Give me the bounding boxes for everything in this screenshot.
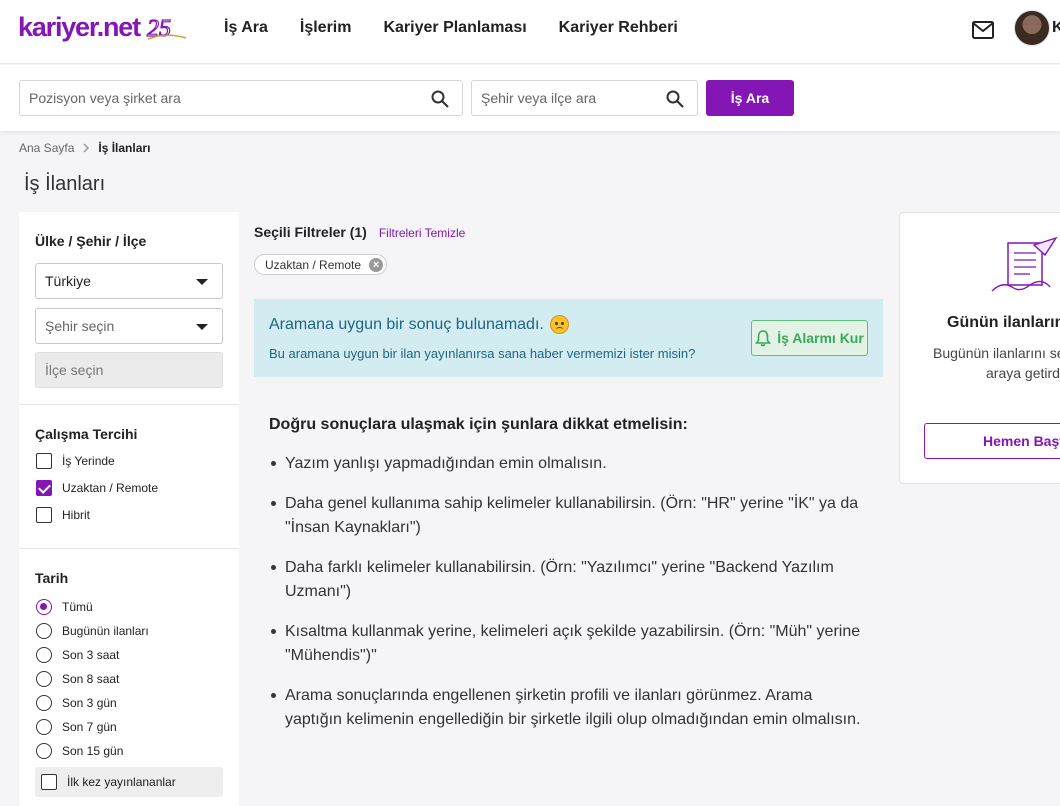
date-option-8h[interactable]: Son 8 saat [36,671,119,687]
country-select[interactable]: Türkiye [35,263,223,299]
city-select[interactable]: Şehir seçin [35,308,223,344]
radio-label: Son 7 gün [62,720,117,734]
checkbox[interactable] [36,507,52,523]
search-button[interactable]: İş Ara [706,80,794,116]
dropdown-caret-icon [196,324,208,330]
nav-kariyer-rehberi[interactable]: Kariyer Rehberi [559,19,678,37]
tips-title: Doğru sonuçlara ulaşmak için şunlara dik… [269,416,688,433]
radio[interactable] [36,743,52,759]
work-pref-on-site[interactable]: İş Yerinde [36,453,115,469]
checkbox-checked[interactable] [36,480,52,496]
radio-label: Son 3 gün [62,696,117,710]
radio-label: Son 8 saat [62,672,120,686]
selected-filters-title: Seçili Filtreler (1) [254,224,367,240]
country-select-value: Türkiye [45,273,91,289]
radio[interactable] [36,719,52,735]
filter-sidebar: Ülke / Şehir / İlçe Türkiye Şehir seçin … [19,212,239,806]
daily-jobs-desc-line2: araya getird [986,365,1060,381]
daily-jobs-card: Günün ilanlarını Bugünün ilanlarını se a… [899,212,1060,484]
search-icon[interactable] [665,89,685,109]
radio[interactable] [36,671,52,687]
divider [19,404,239,405]
nav-islerim[interactable]: İşlerim [300,19,352,37]
first-published-filter[interactable]: İlk kez yayınlananlar [35,767,223,797]
list-item: Kısaltma kullanmak yerine, kelimeleri aç… [269,620,869,668]
checkbox-label: Uzaktan / Remote [62,481,159,495]
no-result-title-row: Aramana uygun bir sonuç bulunamadı. [269,315,569,334]
district-select-placeholder: İlçe seçin [45,362,104,378]
logo-text: kariyer.net [18,12,141,42]
radio-label: Tümü [62,600,93,614]
date-option-all[interactable]: Tümü [36,599,93,615]
bell-icon [755,330,772,347]
job-alarm-label: İş Alarmı Kur [777,330,864,346]
work-pref-remote[interactable]: Uzaktan / Remote [36,480,158,496]
date-option-15d[interactable]: Son 15 gün [36,743,123,759]
checkbox-label: İş Yerinde [62,454,115,468]
daily-jobs-desc-line1: Bugünün ilanlarını se [933,345,1060,361]
checkbox[interactable] [41,774,57,790]
selected-filters-header: Seçili Filtreler (1) Filtreleri Temizle [254,224,465,240]
paper-plane-document-icon [991,236,1058,292]
radio[interactable] [36,695,52,711]
sad-face-icon [549,315,569,334]
work-preference-title: Çalışma Tercihi [35,426,138,442]
main-nav: İş Ara İşlerim Kariyer Planlaması Kariye… [224,19,678,37]
divider [19,548,239,549]
date-filter-title: Tarih [35,570,69,586]
tips-list: Yazım yanlışı yapmadığından emin olmalıs… [269,452,869,748]
job-alarm-button[interactable]: İş Alarmı Kur [751,320,868,356]
clear-filters-link[interactable]: Filtreleri Temizle [379,226,465,240]
filter-chip: Uzaktan / Remote × [254,254,388,275]
position-search-field [19,80,463,116]
date-option-3d[interactable]: Son 3 gün [36,695,117,711]
date-option-7d[interactable]: Son 7 gün [36,719,117,735]
avatar[interactable] [1014,10,1050,46]
chevron-right-icon [83,143,90,153]
no-result-title: Aramana uygun bir sonuç bulunamadı. [269,315,544,333]
radio-label: Son 3 saat [62,648,120,662]
list-item: Daha genel kullanıma sahip kelimeler kul… [269,492,869,540]
date-option-today[interactable]: Bugünün ilanları [36,623,149,639]
breadcrumb-current: İş İlanları [98,141,151,155]
top-navbar: kariyer.net 25 İş Ara İşlerim Kariyer Pl… [0,0,1060,64]
position-search-input[interactable] [29,90,462,106]
list-item: Arama sonuçlarında engellenen şirketin p… [269,684,869,732]
breadcrumb: Ana Sayfa İş İlanları [19,141,150,155]
search-icon[interactable] [430,89,450,109]
mail-icon[interactable] [972,21,994,39]
kariyer-logo[interactable]: kariyer.net 25 [18,12,188,43]
page-title: İş İlanları [24,173,106,195]
filter-chip-label: Uzaktan / Remote [265,257,362,272]
radio-label: Bugünün ilanları [62,624,149,638]
checkbox-label: Hibrit [62,508,91,522]
nav-kariyer-planlamasi[interactable]: Kariyer Planlaması [383,19,526,37]
nav-is-ara[interactable]: İş Ara [224,19,268,37]
anniversary-25-icon: 25 [146,15,187,42]
checkbox[interactable] [36,453,52,469]
apply-now-button[interactable]: Hemen Başv [924,423,1060,459]
checkbox-label: İlk kez yayınlananlar [67,775,176,789]
breadcrumb-home[interactable]: Ana Sayfa [19,141,74,155]
no-result-subtitle: Bu aramana uygun bir ilan yayınlanırsa s… [269,346,696,361]
list-item: Daha farklı kelimeler kullanabilirsin. (… [269,556,869,604]
search-bar: İş Ara [0,65,1060,131]
date-option-3h[interactable]: Son 3 saat [36,647,119,663]
district-select: İlçe seçin [35,352,223,388]
location-filter-title: Ülke / Şehir / İlçe [35,233,147,249]
radio-selected[interactable] [36,599,52,615]
remove-filter-icon[interactable]: × [369,257,384,272]
radio[interactable] [36,623,52,639]
no-result-banner: Aramana uygun bir sonuç bulunamadı. Bu a… [254,299,883,377]
daily-jobs-title: Günün ilanlarını [947,314,1060,331]
user-name-initial[interactable]: K [1052,19,1060,37]
dropdown-caret-icon [196,279,208,285]
work-pref-hybrid[interactable]: Hibrit [36,507,90,523]
radio[interactable] [36,647,52,663]
radio-label: Son 15 gün [62,744,124,758]
city-search-field [471,80,698,116]
list-item: Yazım yanlışı yapmadığından emin olmalıs… [269,452,869,476]
city-select-placeholder: Şehir seçin [45,318,115,334]
